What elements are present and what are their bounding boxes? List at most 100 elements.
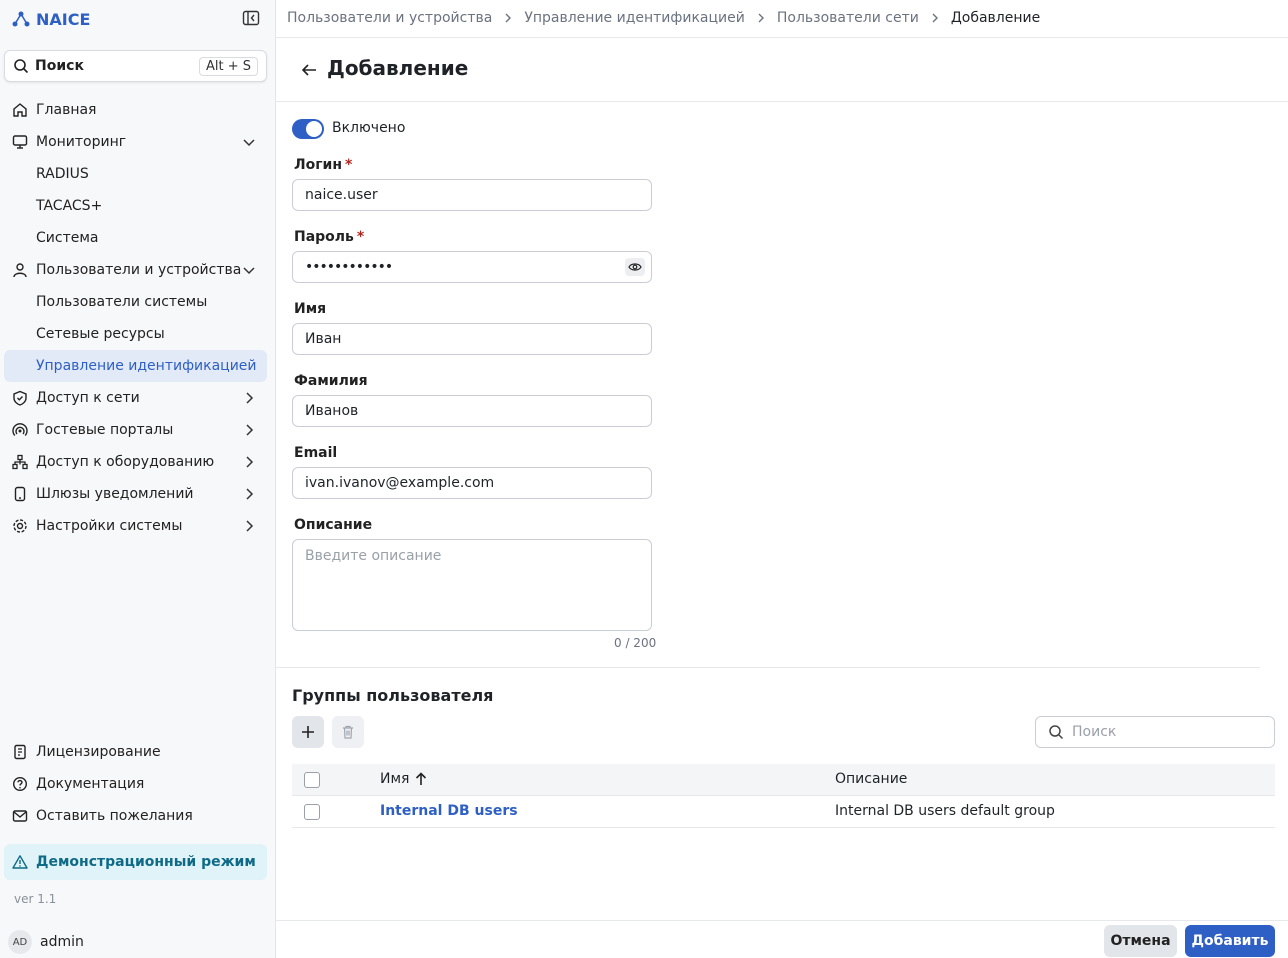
- network-icon: [12, 454, 28, 470]
- group-description: Internal DB users default group: [835, 803, 1055, 819]
- chevron-right-icon[interactable]: [241, 454, 257, 470]
- add-group-button[interactable]: [292, 716, 324, 748]
- chevron-down-icon[interactable]: [241, 262, 257, 278]
- sidebar-item-system-settings[interactable]: Настройки системы: [4, 510, 267, 542]
- app-title: NAICE: [36, 9, 91, 29]
- eye-icon[interactable]: [625, 258, 645, 276]
- column-name-header[interactable]: Имя: [380, 771, 427, 787]
- login-field[interactable]: naice.user: [292, 179, 652, 211]
- breadcrumb-item[interactable]: Управление идентификацией: [524, 10, 745, 26]
- sidebar-item-label: Оставить пожелания: [36, 808, 193, 824]
- sidebar-item-label: Доступ к оборудованию: [36, 454, 215, 470]
- plus-icon: [302, 726, 314, 738]
- password-label: Пароль *: [294, 229, 365, 245]
- delete-group-button[interactable]: [332, 716, 364, 748]
- row-checkbox[interactable]: [304, 804, 320, 820]
- sidebar-search[interactable]: Поиск Alt + S: [4, 50, 267, 82]
- sidebar-item-feedback[interactable]: Оставить пожелания: [4, 800, 267, 832]
- last-name-field[interactable]: Иванов: [292, 395, 652, 427]
- sidebar-item-monitoring[interactable]: Мониторинг: [4, 126, 267, 158]
- last-name-value: Иванов: [305, 403, 359, 419]
- table-row[interactable]: Internal DB users Internal DB users defa…: [292, 796, 1275, 828]
- groups-search-placeholder: Поиск: [1072, 724, 1117, 740]
- email-field[interactable]: ivan.ivanov@example.com: [292, 467, 652, 499]
- trash-icon: [343, 725, 353, 739]
- sidebar-item-label: RADIUS: [36, 166, 89, 182]
- chevron-right-icon[interactable]: [241, 422, 257, 438]
- brand[interactable]: NAICE: [12, 8, 90, 30]
- home-icon: [12, 102, 28, 118]
- sidebar-item-identity-management[interactable]: Управление идентификацией: [4, 350, 267, 382]
- sidebar-item-label: Пользователи и устройства: [36, 262, 242, 278]
- chevron-right-icon[interactable]: [241, 390, 257, 406]
- demo-mode-banner[interactable]: Демонстрационный режим: [4, 844, 267, 880]
- chevron-right-icon[interactable]: [241, 486, 257, 502]
- page-header: Добавление: [276, 38, 1288, 102]
- description-field[interactable]: Введите описание: [292, 539, 652, 631]
- login-value: naice.user: [305, 187, 378, 203]
- sidebar-item-tacacs[interactable]: TACACS+: [4, 190, 267, 222]
- search-icon: [1048, 724, 1064, 740]
- monitor-icon: [12, 134, 28, 150]
- sidebar-item-licensing[interactable]: Лицензирование: [4, 736, 267, 768]
- sidebar-item-label: Управление идентификацией: [36, 358, 257, 374]
- description-label: Описание: [294, 517, 373, 533]
- sidebar-item-system-users[interactable]: Пользователи системы: [4, 286, 267, 318]
- broadcast-icon: [12, 422, 28, 438]
- enabled-toggle[interactable]: [292, 119, 324, 139]
- column-description-header: Описание: [835, 771, 908, 787]
- chevron-right-icon[interactable]: [241, 518, 257, 534]
- breadcrumb-item[interactable]: Пользователи сети: [777, 10, 919, 26]
- cancel-button[interactable]: Отмена: [1104, 925, 1177, 957]
- collapse-sidebar-icon[interactable]: [242, 10, 260, 26]
- breadcrumb-current: Добавление: [950, 10, 1041, 26]
- select-all-checkbox[interactable]: [304, 772, 320, 788]
- chevron-down-icon[interactable]: [241, 134, 257, 150]
- first-name-field[interactable]: Иван: [292, 323, 652, 355]
- sidebar-item-label: Мониторинг: [36, 134, 127, 150]
- search-label: Поиск: [35, 58, 84, 74]
- sidebar-item-radius[interactable]: RADIUS: [4, 158, 267, 190]
- groups-search-input[interactable]: Поиск: [1035, 716, 1275, 748]
- arrow-left-icon[interactable]: [300, 62, 318, 78]
- chevron-right-icon: [502, 12, 514, 24]
- naice-logo-icon: [12, 11, 30, 27]
- form-footer: Отмена Добавить: [276, 920, 1288, 958]
- sidebar-item-network-access[interactable]: Доступ к сети: [4, 382, 267, 414]
- group-name-link[interactable]: Internal DB users: [380, 803, 518, 819]
- search-icon: [14, 59, 29, 74]
- sidebar-item-equipment-access[interactable]: Доступ к оборудованию: [4, 446, 267, 478]
- sidebar-item-documentation[interactable]: Документация: [4, 768, 267, 800]
- password-field[interactable]: ••••••••••••: [292, 251, 652, 283]
- user-icon: [12, 262, 28, 278]
- sidebar-item-label: Документация: [36, 776, 145, 792]
- demo-mode-label: Демонстрационный режим: [36, 854, 256, 870]
- groups-title: Группы пользователя: [292, 686, 494, 705]
- last-name-label: Фамилия: [294, 373, 368, 389]
- sidebar-item-label: TACACS+: [36, 198, 103, 214]
- sidebar-item-home[interactable]: Главная: [4, 94, 267, 126]
- chevron-right-icon: [929, 12, 941, 24]
- warning-icon: [12, 854, 28, 870]
- password-value: ••••••••••••: [305, 259, 393, 275]
- license-icon: [12, 744, 28, 760]
- sidebar-item-network-resources[interactable]: Сетевые ресурсы: [4, 318, 267, 350]
- sidebar-item-label: Настройки системы: [36, 518, 183, 534]
- section-divider: [276, 667, 1260, 668]
- description-counter: 0 / 200: [614, 636, 657, 650]
- breadcrumb-item[interactable]: Пользователи и устройства: [287, 10, 492, 26]
- sidebar-item-label: Сетевые ресурсы: [36, 326, 165, 342]
- sort-ascending-icon: [416, 772, 427, 785]
- email-label: Email: [294, 445, 338, 461]
- user-menu[interactable]: AD admin: [8, 930, 84, 954]
- sidebar-item-guest-portals[interactable]: Гостевые порталы: [4, 414, 267, 446]
- page-title: Добавление: [327, 56, 469, 80]
- sidebar-item-notification-gateways[interactable]: Шлюзы уведомлений: [4, 478, 267, 510]
- sidebar-item-users-devices[interactable]: Пользователи и устройства: [4, 254, 267, 286]
- table-header: Имя Описание: [292, 764, 1275, 796]
- add-button[interactable]: Добавить: [1185, 925, 1275, 957]
- sidebar-item-label: Система: [36, 230, 99, 246]
- breadcrumb: Пользователи и устройства Управление иде…: [287, 8, 1040, 28]
- login-label: Логин *: [294, 157, 353, 173]
- sidebar-item-system[interactable]: Система: [4, 222, 267, 254]
